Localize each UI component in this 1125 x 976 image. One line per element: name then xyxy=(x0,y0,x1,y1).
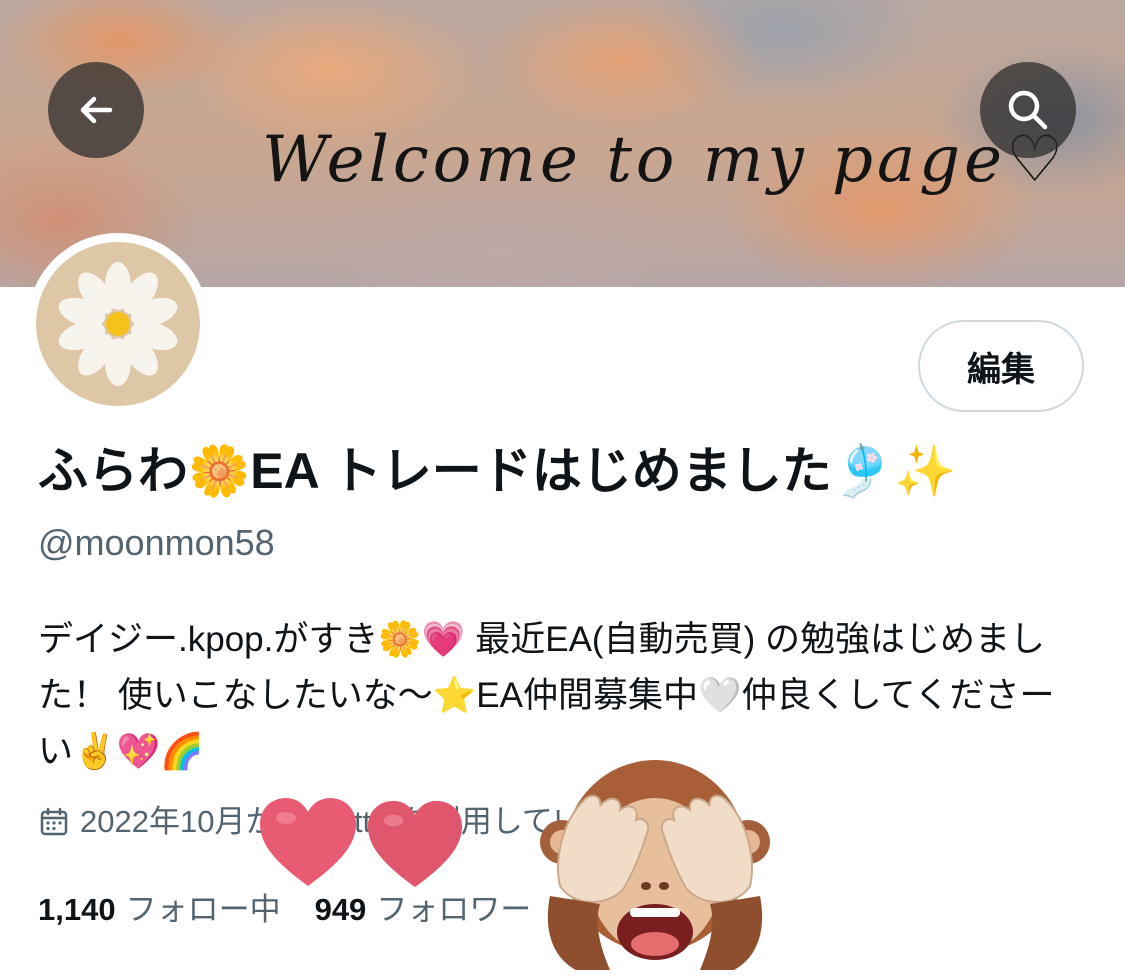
user-handle: @moonmon58 xyxy=(38,522,275,563)
search-button[interactable] xyxy=(980,62,1076,158)
profile-banner: Welcome to my page♡ xyxy=(0,0,1125,287)
profile-bio: デイジー.kpop.がすき🌼💗 最近EA(自動売買) の勉強はじめました！ 使い… xyxy=(38,620,1055,771)
following-link[interactable]: 1,140 フォロー中 xyxy=(38,888,281,932)
display-name: ふらわ🌼EA トレードはじめました🎐✨ xyxy=(38,443,957,499)
heart-sticker-icon xyxy=(260,798,356,886)
followers-link[interactable]: 949 フォロワー xyxy=(315,888,532,932)
avatar[interactable] xyxy=(36,242,200,406)
following-label: フォロー中 xyxy=(125,892,281,927)
banner-text: Welcome to my page♡ xyxy=(262,123,1068,197)
edit-profile-button[interactable]: 編集 xyxy=(918,320,1084,412)
heart-sticker-icon-2 xyxy=(367,800,463,888)
follow-stats: 1,140 フォロー中 949 フォロワー xyxy=(38,888,531,932)
profile-page: Welcome to my page♡ 編集 ふらわ🌼EA トレードはじめました… xyxy=(0,0,1125,976)
followers-count: 949 xyxy=(314,892,367,927)
calendar-icon xyxy=(40,807,68,836)
search-icon xyxy=(1008,90,1048,130)
followers-label: フォロワー xyxy=(376,892,532,927)
following-count: 1,140 xyxy=(38,892,116,927)
arrow-left-icon xyxy=(80,96,113,124)
see-no-evil-monkey-icon xyxy=(540,760,770,970)
back-button[interactable] xyxy=(48,62,144,158)
daisy-icon xyxy=(58,262,178,386)
